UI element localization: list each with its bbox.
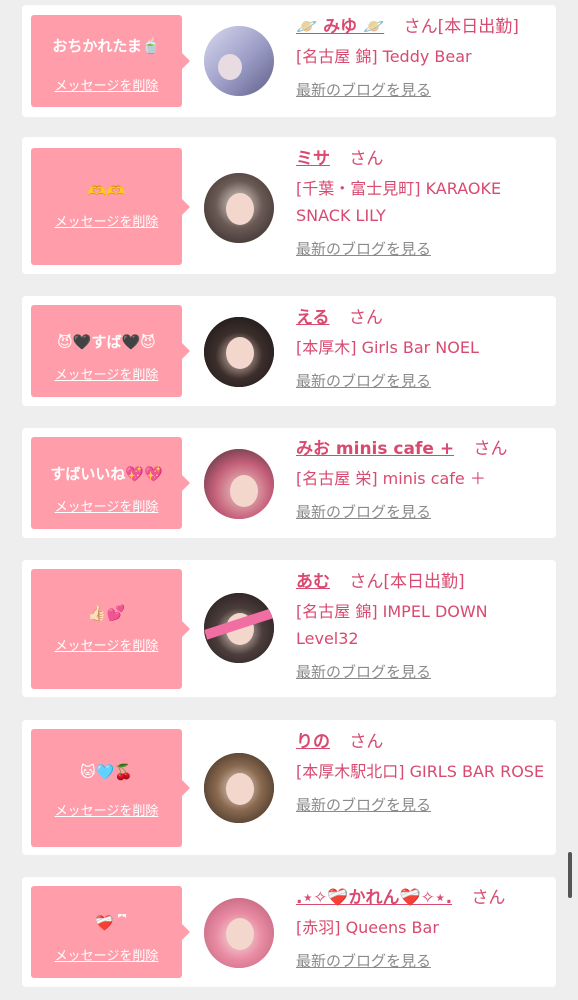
list-item: おちかれたま🍵 メッセージを削除 🪐 みゆ 🪐 さん[本日出勤] [名古屋 錦]…	[22, 5, 556, 117]
profile-info: りの さん [本厚木駅北口] GIRLS BAR ROSE 最新のブログを見る	[296, 731, 546, 815]
avatar[interactable]	[204, 898, 274, 968]
shop-name: [赤羽] Queens Bar	[296, 918, 439, 937]
message-text: 🫶🫶	[87, 182, 126, 200]
shop-name: [本厚木] Girls Bar NOEL	[296, 338, 479, 357]
delete-message-link[interactable]: メッセージを削除	[31, 368, 182, 384]
honorific-label: さん	[349, 572, 384, 592]
profile-name-link[interactable]: 🪐 みゆ 🪐	[296, 17, 384, 37]
message-bubble: ❤️‍🩹 ྀི メッセージを削除	[31, 886, 190, 978]
latest-blog-link[interactable]: 最新のブログを見る	[296, 950, 546, 971]
profile-name-link[interactable]: りの	[296, 732, 330, 752]
latest-blog-link[interactable]: 最新のブログを見る	[296, 794, 546, 815]
message-bubble: 🫶🫶 メッセージを削除	[31, 148, 190, 265]
shop-name: [名古屋 栄] minis cafe ＋	[296, 469, 486, 488]
message-bubble: おちかれたま🍵 メッセージを削除	[31, 15, 190, 107]
list-item: 👍🏻💕 メッセージを削除 あむ さん[本日出勤] [名古屋 錦] IMPEL D…	[22, 560, 556, 697]
shop-name: [名古屋 錦] Teddy Bear	[296, 47, 472, 66]
scrollbar-thumb[interactable]	[568, 852, 572, 898]
avatar[interactable]	[204, 317, 274, 387]
delete-message-link[interactable]: メッセージを削除	[31, 500, 182, 516]
message-bubble: すばいいね💖💖 メッセージを削除	[31, 437, 190, 529]
list-item: ❤️‍🩹 ྀི メッセージを削除 .⋆✧❤️‍🩹かれん❤️‍🩹✧⋆. さん [赤…	[22, 877, 556, 987]
shop-name: [名古屋 錦] IMPEL DOWN Level32	[296, 602, 488, 648]
delete-message-link[interactable]: メッセージを削除	[31, 79, 182, 95]
message-text: ❤️‍🩹 ྀི	[95, 914, 118, 932]
avatar[interactable]	[204, 593, 274, 663]
profile-info: .⋆✧❤️‍🩹かれん❤️‍🩹✧⋆. さん [赤羽] Queens Bar 最新の…	[296, 887, 546, 971]
delete-message-link[interactable]: メッセージを削除	[31, 639, 182, 655]
delete-message-link[interactable]: メッセージを削除	[31, 215, 182, 231]
avatar[interactable]	[204, 26, 274, 96]
message-text: 😈🖤すば🖤😈	[57, 333, 156, 351]
honorific-label: さん	[348, 308, 383, 328]
list-item: 😈🖤すば🖤😈 メッセージを削除 える さん [本厚木] Girls Bar NO…	[22, 296, 556, 406]
list-item: 🐱🩵🍒 メッセージを削除 りの さん [本厚木駅北口] GIRLS BAR RO…	[22, 720, 556, 855]
honorific-label: さん	[349, 732, 384, 752]
message-bubble: 😈🖤すば🖤😈 メッセージを削除	[31, 305, 190, 397]
message-text: すばいいね💖💖	[50, 465, 163, 483]
profile-name-link[interactable]: あむ	[296, 572, 330, 592]
latest-blog-link[interactable]: 最新のブログを見る	[296, 238, 546, 259]
list-item: 🫶🫶 メッセージを削除 ミサ さん [千葉・富士見町] KARAOKE SNAC…	[22, 137, 556, 274]
message-text: おちかれたま🍵	[52, 37, 161, 55]
message-bubble: 👍🏻💕 メッセージを削除	[31, 569, 190, 689]
profile-info: 🪐 みゆ 🪐 さん[本日出勤] [名古屋 錦] Teddy Bear 最新のブロ…	[296, 16, 546, 100]
honorific-label: さん	[473, 439, 508, 459]
message-text: 🐱🩵🍒	[80, 763, 133, 781]
shop-name: [千葉・富士見町] KARAOKE SNACK LILY	[296, 179, 502, 225]
avatar[interactable]	[204, 753, 274, 823]
honorific-label: さん	[349, 149, 384, 169]
profile-name-link[interactable]: みお minis cafe +	[296, 439, 454, 459]
profile-info: ミサ さん [千葉・富士見町] KARAOKE SNACK LILY 最新のブロ…	[296, 148, 546, 259]
message-text: 👍🏻💕	[87, 604, 126, 622]
delete-message-link[interactable]: メッセージを削除	[31, 949, 182, 965]
profile-info: える さん [本厚木] Girls Bar NOEL 最新のブログを見る	[296, 307, 546, 391]
avatar[interactable]	[204, 449, 274, 519]
delete-message-link[interactable]: メッセージを削除	[31, 804, 182, 820]
on-duty-badge: [本日出勤]	[383, 572, 465, 592]
honorific-label: さん	[403, 17, 438, 37]
latest-blog-link[interactable]: 最新のブログを見る	[296, 501, 546, 522]
list-item: すばいいね💖💖 メッセージを削除 みお minis cafe + さん [名古屋…	[22, 428, 556, 538]
profile-name-link[interactable]: える	[296, 308, 330, 328]
shop-name: [本厚木駅北口] GIRLS BAR ROSE	[296, 762, 545, 781]
profile-info: みお minis cafe + さん [名古屋 栄] minis cafe ＋ …	[296, 438, 546, 522]
latest-blog-link[interactable]: 最新のブログを見る	[296, 370, 546, 391]
avatar[interactable]	[204, 173, 274, 243]
profile-name-link[interactable]: .⋆✧❤️‍🩹かれん❤️‍🩹✧⋆.	[296, 888, 452, 908]
profile-info: あむ さん[本日出勤] [名古屋 錦] IMPEL DOWN Level32 最…	[296, 571, 546, 682]
honorific-label: さん	[471, 888, 506, 908]
message-bubble: 🐱🩵🍒 メッセージを削除	[31, 729, 190, 847]
latest-blog-link[interactable]: 最新のブログを見る	[296, 661, 546, 682]
on-duty-badge: [本日出勤]	[437, 17, 519, 37]
profile-name-link[interactable]: ミサ	[296, 149, 330, 169]
latest-blog-link[interactable]: 最新のブログを見る	[296, 79, 546, 100]
